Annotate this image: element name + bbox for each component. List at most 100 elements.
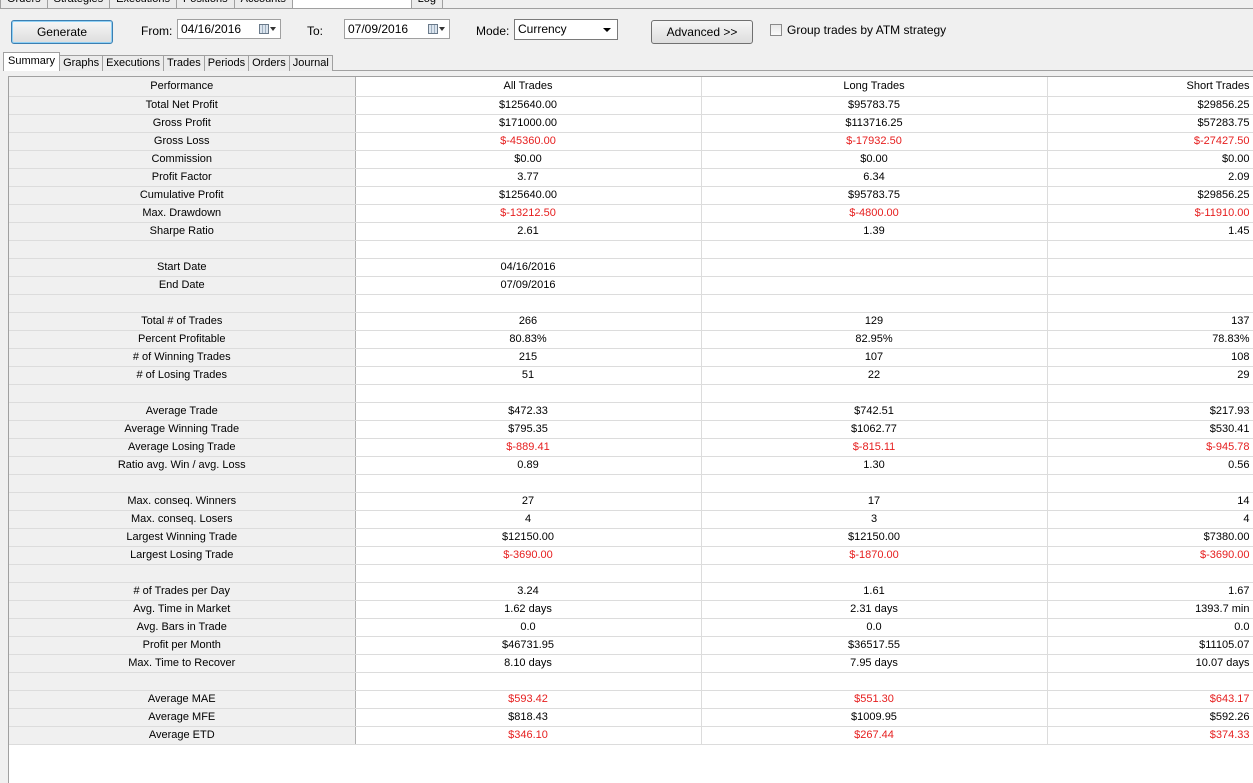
metric-value-long-trades: $36517.55: [701, 636, 1048, 655]
metric-value-long-trades: $-1870.00: [701, 546, 1048, 565]
table-row: Max. conseq. Losers 4 3 4: [9, 510, 1253, 529]
window-tab-strategies[interactable]: Strategies: [46, 0, 111, 8]
column-header-short-trades[interactable]: Short Trades: [1047, 77, 1253, 97]
metric-value-short-trades: [1047, 240, 1253, 259]
window-tab-account-performance[interactable]: Account Performance: [291, 0, 412, 8]
table-row: Average MFE $818.43 $1009.95 $592.26: [9, 708, 1253, 727]
metric-value-short-trades: 1.67: [1047, 582, 1253, 601]
tab-periods[interactable]: Periods: [203, 55, 250, 71]
generate-button[interactable]: Generate: [11, 20, 113, 44]
metric-label: Cumulative Profit: [9, 186, 356, 205]
mode-label: Mode:: [476, 24, 510, 38]
window-tab-executions[interactable]: Executions: [109, 0, 177, 8]
from-date-value: 04/16/2016: [181, 22, 242, 36]
metric-value-short-trades: $-27427.50: [1047, 132, 1253, 151]
metric-value-short-trades: $29856.25: [1047, 186, 1253, 205]
window-tab-orders[interactable]: Orders: [0, 0, 48, 8]
metric-value-all-trades: $795.35: [355, 420, 702, 439]
table-row: Profit per Month $46731.95 $36517.55 $11105…: [9, 636, 1253, 655]
metric-label: [9, 672, 356, 691]
calendar-dropdown-icon[interactable]: [428, 23, 446, 35]
tab-graphs[interactable]: Graphs: [59, 55, 104, 71]
window-tab-accounts[interactable]: Accounts: [233, 0, 293, 8]
metric-value-all-trades: 215: [355, 348, 702, 367]
table-row: Total # of Trades 266 129 137: [9, 312, 1253, 331]
metric-label: Average MAE: [9, 690, 356, 709]
group-by-atm-checkbox[interactable]: [770, 24, 782, 36]
to-date-value: 07/09/2016: [348, 22, 409, 36]
table-row: Gross Profit $171000.00 $113716.25 $57283.7…: [9, 114, 1253, 133]
table-row: Cumulative Profit $125640.00 $95783.75 $298…: [9, 186, 1253, 205]
metric-label: Max. Time to Recover: [9, 654, 356, 673]
metric-value-long-trades: 107: [701, 348, 1048, 367]
metric-value-short-trades: 14: [1047, 492, 1253, 511]
from-date-picker[interactable]: 04/16/2016: [177, 19, 281, 39]
metric-label: Average Winning Trade: [9, 420, 356, 439]
metric-label: Max. Drawdown: [9, 204, 356, 223]
metric-value-short-trades: $-945.78: [1047, 438, 1253, 457]
metric-value-all-trades: $-889.41: [355, 438, 702, 457]
tab-executions[interactable]: Executions: [102, 55, 164, 71]
metric-label: Percent Profitable: [9, 330, 356, 349]
metric-label: Average Losing Trade: [9, 438, 356, 457]
table-row: [9, 240, 1253, 259]
column-header-all-trades[interactable]: All Trades: [355, 77, 702, 97]
metric-value-long-trades: $1009.95: [701, 708, 1048, 727]
metric-value-short-trades: [1047, 474, 1253, 493]
metric-label: Max. conseq. Losers: [9, 510, 356, 529]
table-row: # of Trades per Day 3.24 1.61 1.67: [9, 582, 1253, 601]
to-date-picker[interactable]: 07/09/2016: [344, 19, 450, 39]
metric-value-all-trades: 1.62 days: [355, 600, 702, 619]
metric-value-long-trades: 3: [701, 510, 1048, 529]
calendar-dropdown-icon[interactable]: [259, 23, 277, 35]
metric-label: Gross Loss: [9, 132, 356, 151]
mode-select-value: Currency: [518, 22, 567, 36]
table-row: Avg. Bars in Trade 0.0 0.0 0.0: [9, 618, 1253, 637]
metric-value-all-trades: $125640.00: [355, 96, 702, 115]
metric-value-short-trades: 0.56: [1047, 456, 1253, 475]
metric-value-long-trades: $12150.00: [701, 528, 1048, 547]
metric-value-long-trades: [701, 294, 1048, 313]
tab-journal[interactable]: Journal: [288, 55, 333, 71]
metric-value-all-trades: $-45360.00: [355, 132, 702, 151]
metric-label: Profit Factor: [9, 168, 356, 187]
from-label: From:: [141, 24, 173, 38]
tab-summary[interactable]: Summary: [3, 52, 61, 71]
table-row: [9, 564, 1253, 583]
advanced-button[interactable]: Advanced >>: [651, 20, 753, 44]
table-row: [9, 672, 1253, 691]
metric-label: Avg. Time in Market: [9, 600, 356, 619]
metric-value-long-trades: 1.30: [701, 456, 1048, 475]
report-tabs: Summary Graphs Executions Trades Periods Orde…: [3, 52, 333, 71]
window-tab-positions[interactable]: Positions: [175, 0, 235, 8]
metric-value-long-trades: $113716.25: [701, 114, 1048, 133]
metric-value-long-trades: 6.34: [701, 168, 1048, 187]
table-row: Ratio avg. Win / avg. Loss 0.89 1.30 0.56: [9, 456, 1253, 475]
table-row: Total Net Profit $125640.00 $95783.75 $2985…: [9, 96, 1253, 115]
metric-label: # of Winning Trades: [9, 348, 356, 367]
metric-label: Average Trade: [9, 402, 356, 421]
table-row: Commission $0.00 $0.00 $0.00: [9, 150, 1253, 169]
metric-label: [9, 474, 356, 493]
tab-trades[interactable]: Trades: [162, 55, 205, 71]
window-tab-log[interactable]: Log: [410, 0, 443, 8]
performance-grid: Performance All Trades Long Trades Short Tr…: [8, 76, 1253, 783]
metric-value-long-trades: $-17932.50: [701, 132, 1048, 151]
table-row: End Date 07/09/2016: [9, 276, 1253, 295]
table-row: [9, 384, 1253, 403]
column-header-performance[interactable]: Performance: [9, 77, 356, 97]
performance-table: Performance All Trades Long Trades Short Tr…: [9, 77, 1253, 745]
metric-value-short-trades: $217.93: [1047, 402, 1253, 421]
metric-value-short-trades: $7380.00: [1047, 528, 1253, 547]
metric-value-short-trades: $57283.75: [1047, 114, 1253, 133]
tab-orders[interactable]: Orders: [248, 55, 290, 71]
group-by-atm-label: Group trades by ATM strategy: [787, 23, 947, 37]
metric-value-long-trades: 2.31 days: [701, 600, 1048, 619]
mode-select[interactable]: Currency: [514, 19, 618, 40]
table-row: Largest Losing Trade $-3690.00 $-1870.00 $-…: [9, 546, 1253, 565]
table-row: Max. Time to Recover 8.10 days 7.95 days 10…: [9, 654, 1253, 673]
table-row: Average Losing Trade $-889.41 $-815.11 $-94…: [9, 438, 1253, 457]
metric-label: Max. conseq. Winners: [9, 492, 356, 511]
metric-value-all-trades: 2.61: [355, 222, 702, 241]
column-header-long-trades[interactable]: Long Trades: [701, 77, 1048, 97]
